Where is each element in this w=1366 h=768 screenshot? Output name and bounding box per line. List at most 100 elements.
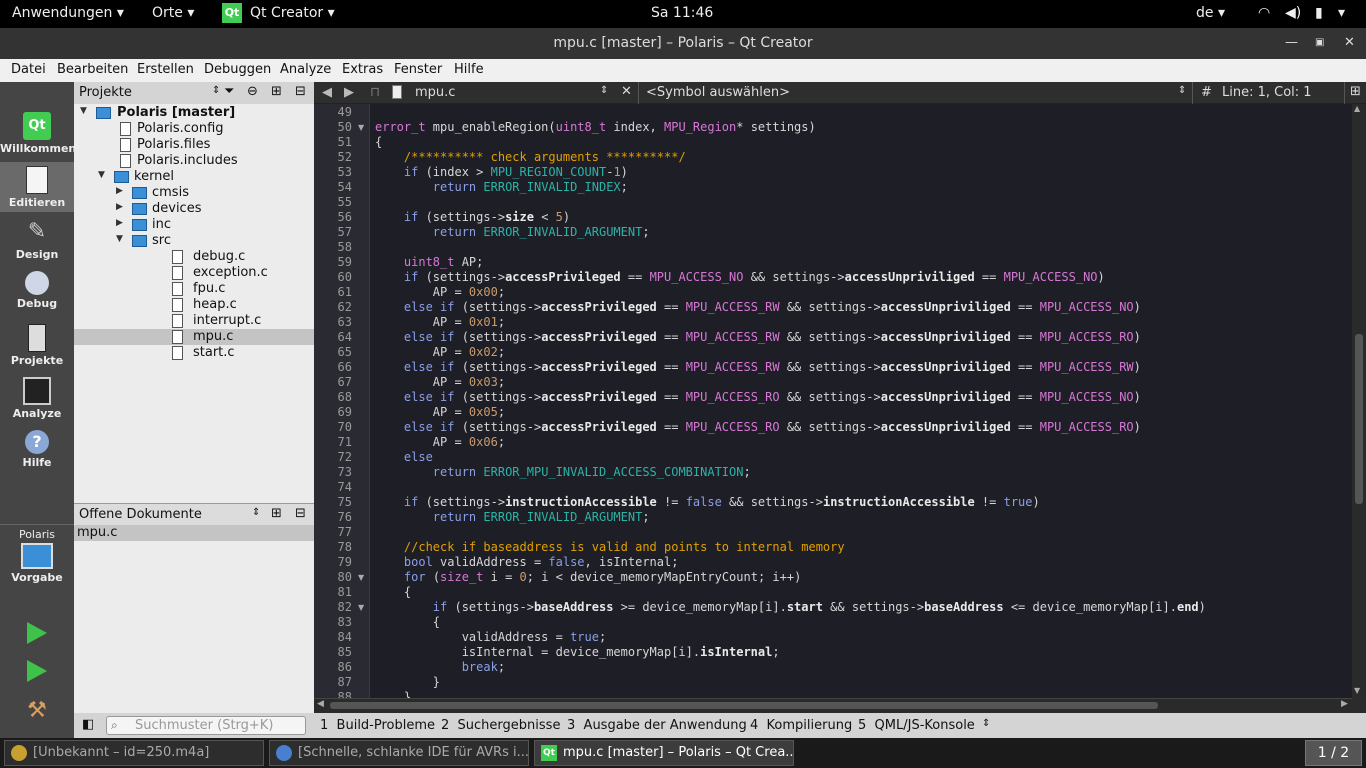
code-line[interactable]: if (index > MPU_REGION_COUNT-1): [375, 165, 628, 180]
pane-qml-console[interactable]: 5 QML/JS-Konsole: [858, 718, 975, 733]
fold-marker-icon[interactable]: ▼: [358, 573, 364, 582]
code-line[interactable]: AP = 0x06;: [375, 435, 505, 450]
tree-file-item[interactable]: debug.c: [74, 249, 314, 265]
maximize-icon[interactable]: ▣: [1315, 37, 1324, 48]
tree-project-item[interactable]: ▼ Polaris [master]: [74, 105, 314, 121]
open-doc-item[interactable]: mpu.c: [74, 525, 314, 541]
symbol-selector[interactable]: <Symbol auswählen>: [646, 85, 790, 100]
expanded-arrow-icon[interactable]: ▼: [80, 106, 87, 116]
clock[interactable]: Sa 11:46: [651, 5, 713, 21]
locator-search-input[interactable]: ⌕ Suchmuster (Strg+K): [106, 716, 306, 735]
code-line[interactable]: AP = 0x02;: [375, 345, 505, 360]
tree-file-item[interactable]: mpu.c: [74, 329, 314, 345]
split-icon[interactable]: ⊞: [271, 506, 282, 521]
pane-search-results[interactable]: 2 Suchergebnisse: [441, 718, 560, 733]
split-icon[interactable]: ⊞: [271, 84, 282, 99]
code-line[interactable]: validAddress = true;: [375, 630, 607, 645]
code-line[interactable]: }: [375, 675, 440, 690]
code-line[interactable]: isInternal = device_memoryMap[i].isInter…: [375, 645, 780, 660]
minimize-icon[interactable]: —: [1285, 35, 1298, 50]
code-line[interactable]: bool validAddress = false, isInternal;: [375, 555, 679, 570]
places-menu[interactable]: Orte ▾: [152, 5, 194, 21]
applications-menu[interactable]: Anwendungen ▾: [12, 5, 124, 21]
tree-file-item[interactable]: start.c: [74, 345, 314, 361]
close-pane-icon[interactable]: ⊟: [295, 84, 306, 99]
code-line[interactable]: {: [375, 615, 440, 630]
task-browser[interactable]: [Schnelle, schlanke IDE für AVRs i...: [269, 740, 529, 766]
code-editor[interactable]: 49 50 ▼ error_t mpu_enableRegion(uint8_t in…: [314, 104, 1366, 698]
code-line[interactable]: AP = 0x01;: [375, 315, 505, 330]
code-line[interactable]: if (settings->size < 5): [375, 210, 570, 225]
run-button[interactable]: [0, 622, 74, 652]
mode-projects[interactable]: Projekte: [0, 324, 74, 372]
tree-folder-item[interactable]: ▶ cmsis: [74, 185, 314, 201]
tree-folder-item[interactable]: ▶ devices: [74, 201, 314, 217]
code-line[interactable]: else: [375, 450, 433, 465]
tree-file-item[interactable]: Polaris.includes: [74, 153, 314, 169]
encoding-hash[interactable]: #: [1201, 85, 1212, 100]
code-line[interactable]: {: [375, 585, 411, 600]
code-line[interactable]: /********** check arguments **********/: [375, 150, 686, 165]
code-line[interactable]: return ERROR_INVALID_INDEX;: [375, 180, 628, 195]
mode-edit[interactable]: Editieren: [0, 162, 74, 212]
pane-application-output[interactable]: 3 Ausgabe der Anwendung: [567, 718, 747, 733]
close-icon[interactable]: ✕: [1344, 35, 1355, 50]
forward-icon[interactable]: ▶: [344, 85, 354, 100]
tree-file-item[interactable]: Polaris.files: [74, 137, 314, 153]
code-line[interactable]: else if (settings->accessPrivileged == M…: [375, 390, 1141, 405]
workspace-indicator[interactable]: 1 / 2: [1305, 740, 1362, 766]
more-panes-arrow[interactable]: ⇕: [982, 718, 990, 729]
link-icon[interactable]: ⊖: [247, 84, 258, 99]
close-pane-icon[interactable]: ⊟: [295, 506, 306, 521]
mode-welcome[interactable]: Qt Willkommen: [0, 112, 76, 160]
expanded-arrow-icon[interactable]: ▼: [98, 170, 105, 180]
code-line[interactable]: {: [375, 135, 382, 150]
menu-hilfe[interactable]: Hilfe: [454, 62, 484, 77]
build-button[interactable]: ⚒: [0, 698, 74, 728]
code-line[interactable]: if (settings->accessPrivileged == MPU_AC…: [375, 270, 1105, 285]
fold-marker-icon[interactable]: ▼: [358, 123, 364, 132]
code-line[interactable]: break;: [375, 660, 505, 675]
app-menu[interactable]: Qt Creator ▾: [250, 5, 335, 21]
code-line[interactable]: AP = 0x05;: [375, 405, 505, 420]
code-line[interactable]: for (size_t i = 0; i < device_memoryMapE…: [375, 570, 801, 585]
menu-extras[interactable]: Extras: [342, 62, 383, 77]
menu-datei[interactable]: Datei: [11, 62, 46, 77]
tree-file-item[interactable]: Polaris.config: [74, 121, 314, 137]
collapsed-arrow-icon[interactable]: ▶: [116, 218, 123, 228]
filter-icon[interactable]: ⏷: [224, 84, 234, 99]
code-line[interactable]: AP = 0x03;: [375, 375, 505, 390]
tree-file-item[interactable]: fpu.c: [74, 281, 314, 297]
wifi-icon[interactable]: ◠: [1258, 5, 1270, 21]
tree-file-item[interactable]: exception.c: [74, 265, 314, 281]
pane-compile-output[interactable]: 4 Kompilierung: [750, 718, 852, 733]
pane-build-issues[interactable]: 1 Build-Probleme: [320, 718, 435, 733]
code-line[interactable]: if (settings->baseAddress >= device_memo…: [375, 600, 1206, 615]
split-editor-icon[interactable]: ⊞: [1350, 84, 1361, 99]
tree-file-item[interactable]: interrupt.c: [74, 313, 314, 329]
code-line[interactable]: return ERROR_MPU_INVALID_ACCESS_COMBINAT…: [375, 465, 751, 480]
cursor-position[interactable]: Line: 1, Col: 1: [1222, 85, 1312, 100]
code-line[interactable]: return ERROR_INVALID_ARGUMENT;: [375, 225, 650, 240]
horizontal-scrollbar[interactable]: ◀ ▶: [314, 698, 1352, 712]
code-line[interactable]: return ERROR_INVALID_ARGUMENT;: [375, 510, 650, 525]
mode-help[interactable]: ? Hilfe: [0, 430, 74, 478]
code-line[interactable]: error_t mpu_enableRegion(uint8_t index, …: [375, 120, 816, 135]
projects-view-selector[interactable]: Projekte: [79, 85, 132, 100]
mode-design[interactable]: ✎ Design: [0, 218, 74, 266]
back-icon[interactable]: ◀: [322, 85, 332, 100]
kit-selector[interactable]: Polaris Vorgabe: [0, 528, 74, 598]
code-line[interactable]: AP = 0x00;: [375, 285, 505, 300]
fold-marker-icon[interactable]: ▼: [358, 603, 364, 612]
menu-debuggen[interactable]: Debuggen: [204, 62, 271, 77]
task-qt-creator[interactable]: Qt mpu.c [master] – Polaris – Qt Crea...: [534, 740, 794, 766]
menu-analyze[interactable]: Analyze: [280, 62, 331, 77]
tree-folder-item[interactable]: ▶ inc: [74, 217, 314, 233]
mode-debug[interactable]: Debug: [0, 271, 74, 319]
expanded-arrow-icon[interactable]: ▼: [116, 234, 123, 244]
code-line[interactable]: else if (settings->accessPrivileged == M…: [375, 330, 1141, 345]
code-line[interactable]: else if (settings->accessPrivileged == M…: [375, 300, 1141, 315]
document-selector[interactable]: mpu.c: [415, 85, 455, 100]
menu-bearbeiten[interactable]: Bearbeiten: [57, 62, 128, 77]
open-docs-title[interactable]: Offene Dokumente: [79, 507, 202, 522]
